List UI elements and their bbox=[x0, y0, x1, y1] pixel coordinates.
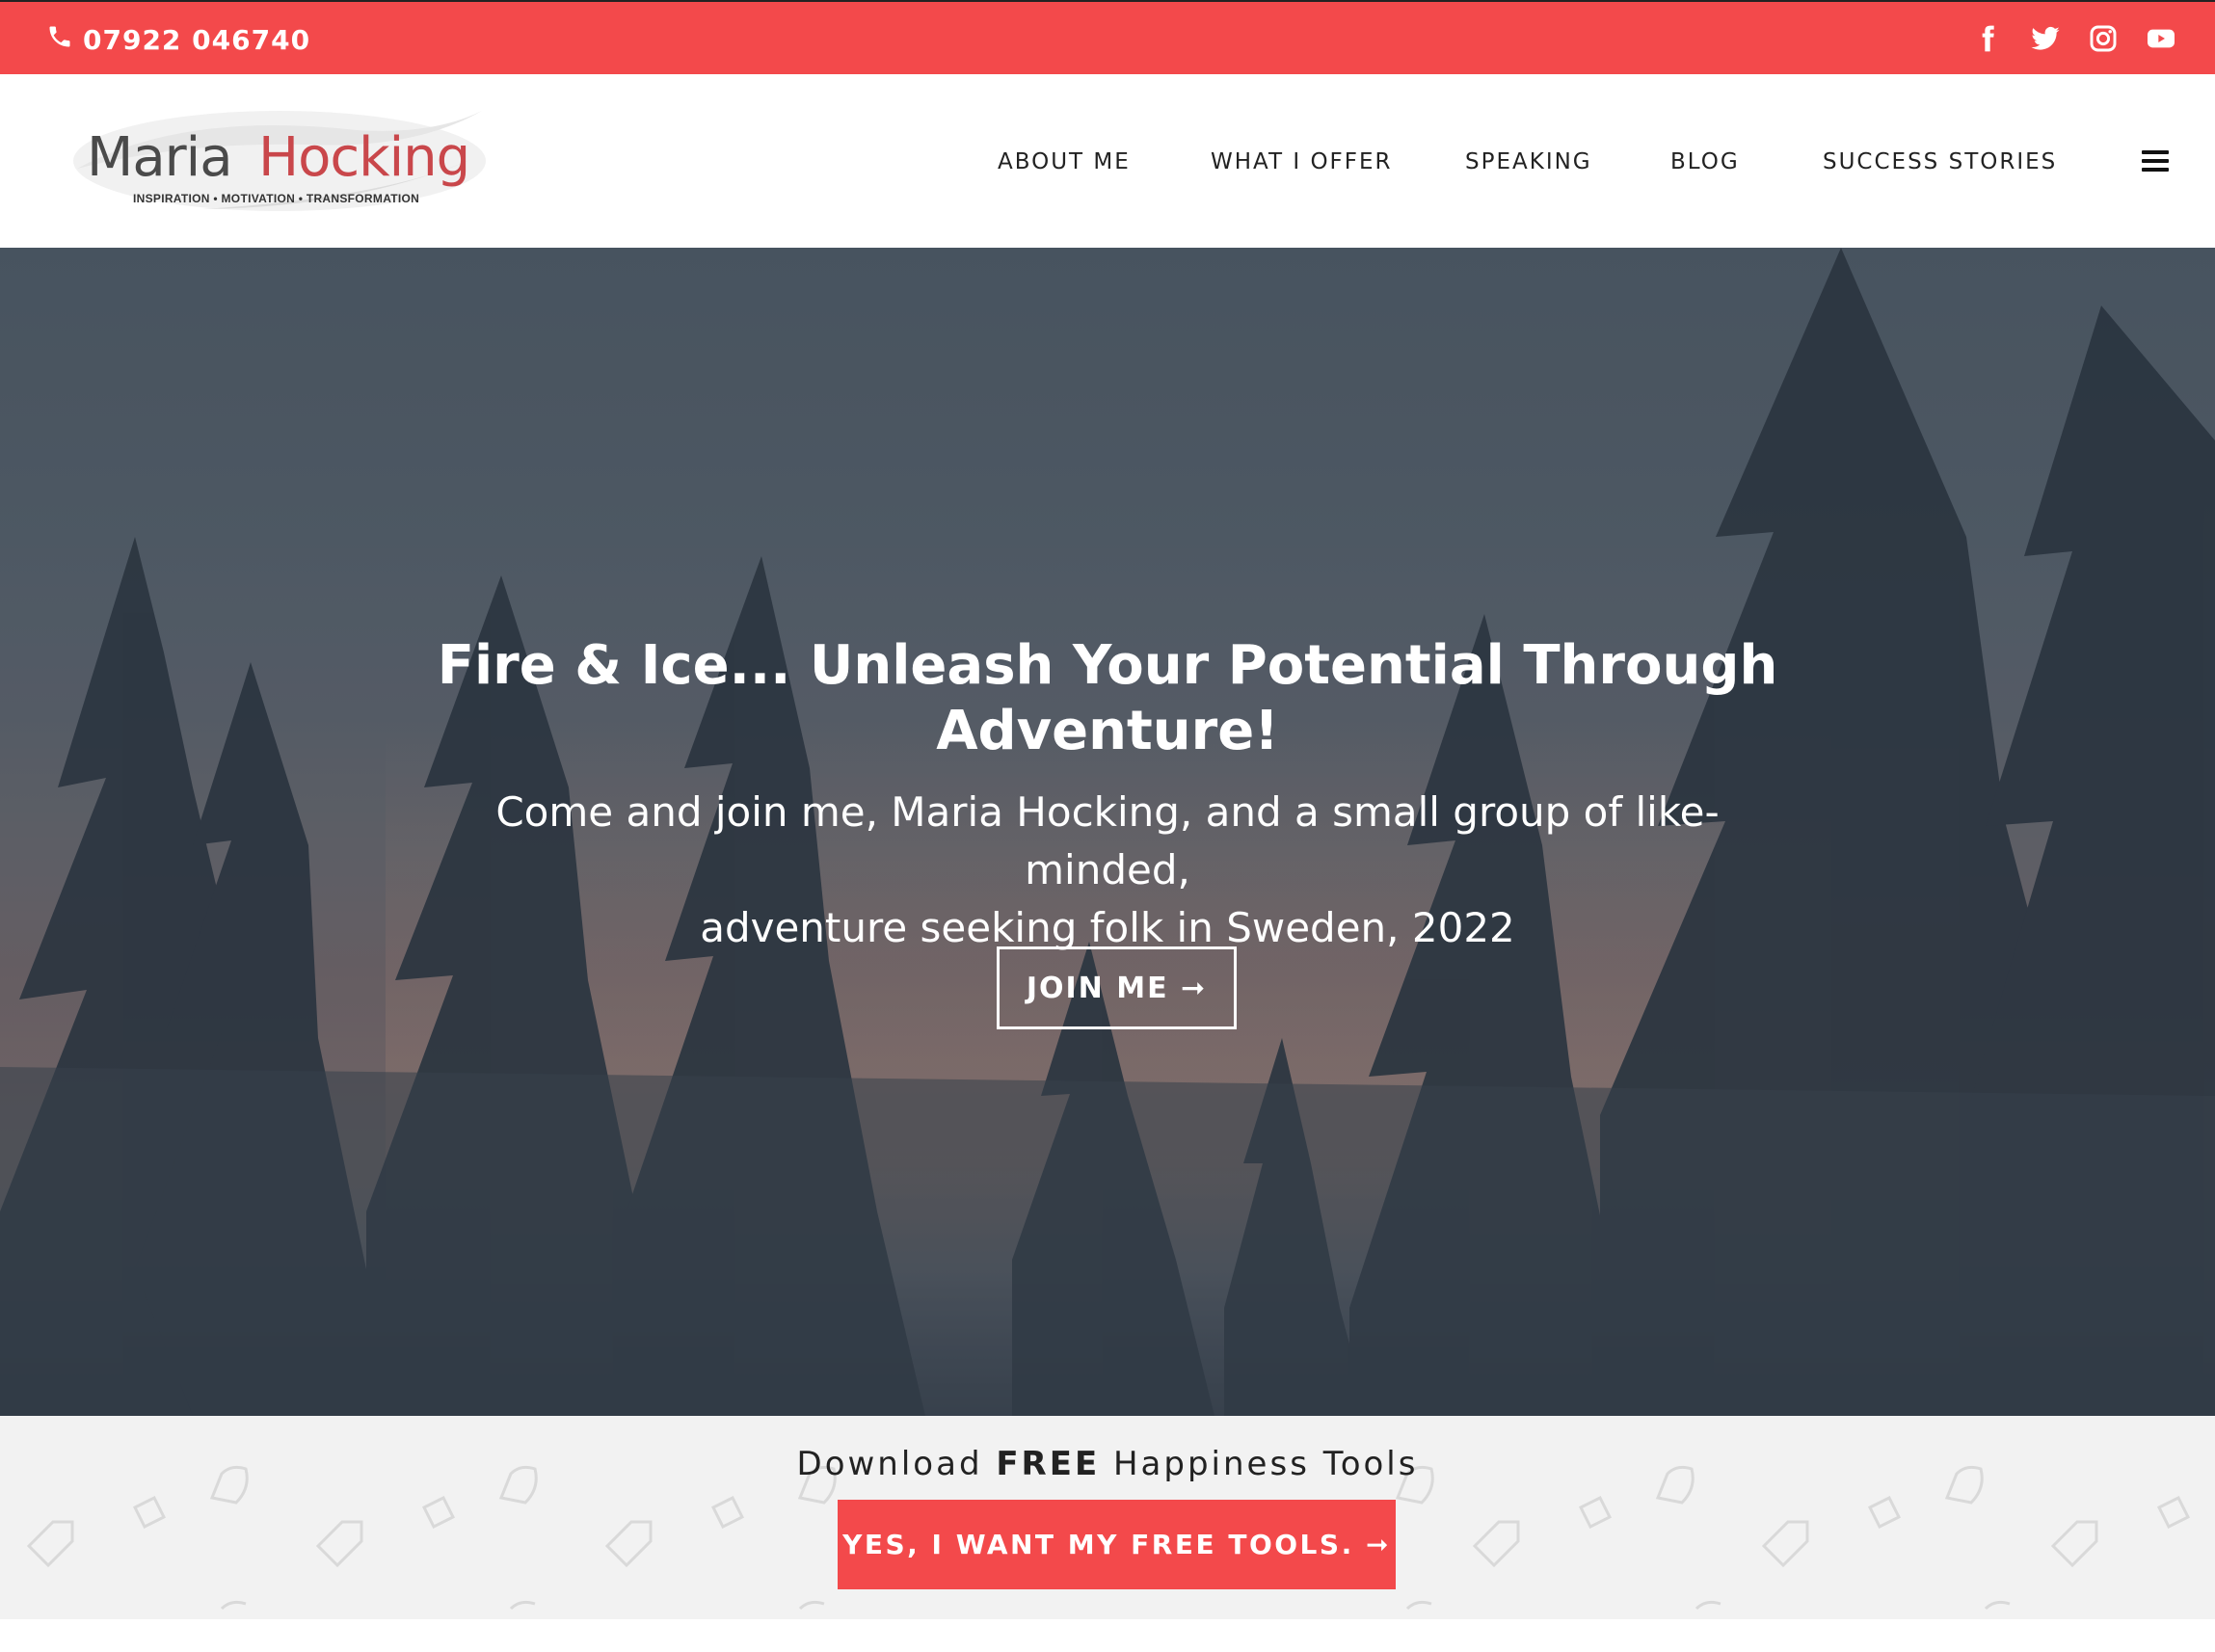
main-nav: ABOUT ME WHAT I OFFER SPEAKING BLOG SUCC… bbox=[0, 149, 2215, 174]
free-tools-button[interactable]: YES, I WANT MY FREE TOOLS. ➞ bbox=[838, 1500, 1396, 1589]
free-tools-section: Download FREE Happiness Tools YES, I WAN… bbox=[0, 1416, 2215, 1619]
phone-link[interactable]: 07922 046740 bbox=[46, 23, 310, 57]
menu-icon[interactable] bbox=[2142, 150, 2169, 172]
instagram-icon[interactable] bbox=[2088, 23, 2119, 54]
hero-title: Fire & Ice... Unleash Your Potential Thr… bbox=[437, 634, 1778, 762]
twitter-icon[interactable] bbox=[2030, 23, 2061, 54]
hero-section: Fire & Ice... Unleash Your Potential Thr… bbox=[0, 248, 2215, 1416]
nav-what-i-offer[interactable]: WHAT I OFFER bbox=[1211, 149, 1393, 174]
hero-subtitle: Come and join me, Maria Hocking, and a s… bbox=[495, 788, 1720, 951]
top-bar: 07922 046740 bbox=[0, 0, 2215, 74]
phone-number: 07922 046740 bbox=[83, 24, 311, 56]
nav-success-stories[interactable]: SUCCESS STORIES bbox=[1823, 149, 2057, 174]
nav-blog[interactable]: BLOG bbox=[1670, 149, 1740, 174]
phone-icon bbox=[46, 23, 73, 57]
site-header: Maria Hocking INSPIRATION • MOTIVATION •… bbox=[0, 74, 2215, 248]
logo-tagline: INSPIRATION • MOTIVATION • TRANSFORMATIO… bbox=[133, 192, 420, 205]
nav-speaking[interactable]: SPEAKING bbox=[1465, 149, 1592, 174]
youtube-icon[interactable] bbox=[2146, 23, 2176, 54]
join-me-button[interactable]: JOIN ME ➞ bbox=[997, 946, 1237, 1029]
facebook-icon[interactable] bbox=[1972, 23, 2003, 54]
social-links bbox=[1972, 23, 2176, 54]
nav-about-me[interactable]: ABOUT ME bbox=[998, 149, 1131, 174]
free-tools-heading: Download FREE Happiness Tools bbox=[796, 1445, 1419, 1483]
